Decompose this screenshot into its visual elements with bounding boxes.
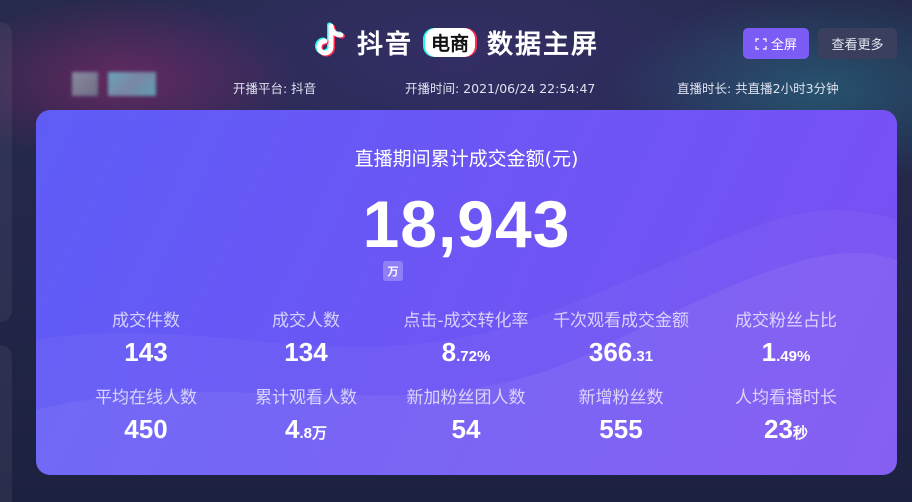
metric-label: 新加粉丝团人数 — [406, 388, 526, 408]
metric-item: 平均在线人数 450 — [61, 383, 231, 445]
metric-value-suffix: .49% — [776, 348, 811, 365]
total-sales-value: 18,943 — [362, 187, 571, 261]
metric-label: 平均在线人数 — [95, 388, 197, 408]
fullscreen-label: 全屏 — [770, 37, 797, 52]
metric-value-suffix: .31 — [632, 348, 654, 365]
metric-value: 555 — [536, 414, 706, 445]
metric-value: 143 — [61, 337, 231, 368]
metric-label: 成交人数 — [272, 311, 340, 331]
metric-value-main: 143 — [124, 337, 168, 367]
metric-value-main: 54 — [451, 414, 481, 444]
metric-value: 54 — [381, 414, 551, 445]
streamer-name-blurred — [108, 72, 156, 96]
ecommerce-badge: 电商 — [424, 27, 475, 57]
metric-value-main: 4 — [285, 414, 300, 444]
brand-logo: 抖音 电商 数据主屏 — [313, 22, 599, 62]
total-sales-unit: 万 — [383, 261, 403, 281]
duration-info: 直播时长: 共直播2小时3分钟 — [677, 81, 839, 96]
metric-value: 23秒 — [701, 414, 871, 445]
metric-value-suffix: .8万 — [299, 425, 327, 442]
left-side-panel — [0, 22, 12, 322]
metric-value: 1.49% — [701, 337, 871, 368]
metric-value: 8.72% — [381, 337, 551, 368]
metric-item: 成交人数 134 — [221, 306, 391, 368]
metric-label: 累计观看人数 — [255, 388, 357, 408]
metric-label: 千次观看成交金额 — [553, 311, 689, 331]
metric-item: 累计观看人数 4.8万 — [221, 383, 391, 445]
page-title: 数据主屏 — [487, 29, 600, 60]
avatar — [72, 72, 98, 96]
metric-item: 新增粉丝数 555 — [536, 383, 706, 445]
metric-label: 成交粉丝占比 — [735, 311, 837, 331]
metric-label: 人均看播时长 — [735, 388, 837, 408]
fullscreen-button[interactable]: 全屏 — [743, 28, 809, 59]
metric-value-suffix: .72% — [456, 348, 491, 365]
metric-item: 千次观看成交金额 366.31 — [536, 306, 706, 368]
metric-item: 点击-成交转化率 8.72% — [381, 306, 551, 368]
metric-value-main: 555 — [599, 414, 643, 444]
metric-label: 点击-成交转化率 — [403, 311, 529, 331]
metric-value: 366.31 — [536, 337, 706, 368]
metric-value: 450 — [61, 414, 231, 445]
tiktok-note-icon — [315, 22, 345, 57]
start-time-info: 开播时间: 2021/06/24 22:54:47 — [405, 81, 596, 96]
metric-value: 134 — [221, 337, 391, 368]
metric-item: 成交件数 143 — [61, 306, 231, 368]
total-sales-title: 直播期间累计成交金额(元) — [354, 148, 579, 170]
metric-label: 成交件数 — [112, 311, 180, 331]
brand-name: 抖音 — [356, 29, 413, 60]
metric-value-main: 23 — [764, 414, 793, 444]
metric-value-main: 134 — [284, 337, 328, 367]
metric-item: 人均看播时长 23秒 — [701, 383, 871, 445]
metric-item: 成交粉丝占比 1.49% — [701, 306, 871, 368]
expand-icon — [755, 37, 767, 50]
metric-value-main: 8 — [441, 337, 457, 367]
metric-item: 新加粉丝团人数 54 — [381, 383, 551, 445]
stats-card: 直播期间累计成交金额(元) 18,943 万 成交件数 143 成交人数 134 点击-… — [36, 110, 897, 475]
metric-value-main: 366 — [588, 337, 633, 367]
left-side-panel-lower — [0, 345, 12, 502]
metric-label: 新增粉丝数 — [578, 388, 664, 408]
metric-value-main: 450 — [124, 414, 168, 444]
metric-value: 4.8万 — [221, 414, 391, 445]
view-more-button[interactable]: 查看更多 — [818, 28, 897, 59]
platform-info: 开播平台: 抖音 — [233, 81, 317, 96]
metric-value-main: 1 — [761, 337, 777, 367]
metric-value-suffix: 秒 — [792, 425, 808, 442]
